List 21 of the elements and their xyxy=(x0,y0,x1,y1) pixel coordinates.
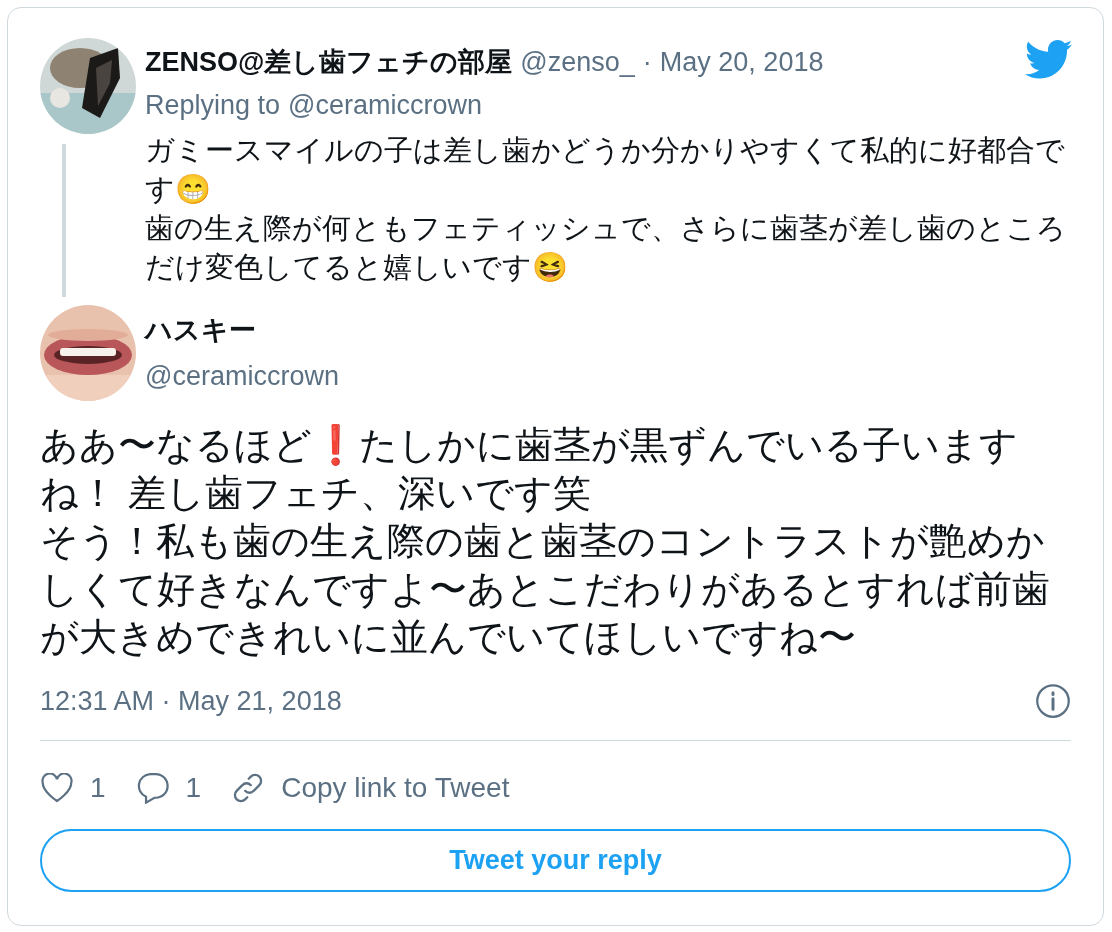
replying-to-link[interactable]: @ceramiccrown xyxy=(288,84,483,125)
author-handle[interactable]: @zenso_ xyxy=(520,42,635,83)
heart-icon[interactable] xyxy=(40,772,74,803)
author-handle[interactable]: @ceramiccrown xyxy=(145,356,339,397)
tweet-text: ああ〜なるほど❗たしかに歯茎が黒ずんでいる子いますね！ 差し歯フェチ、深いです笑 xyxy=(40,423,1019,516)
tweet-date[interactable]: May 20, 2018 xyxy=(659,42,824,83)
speech-bubble-icon[interactable] xyxy=(135,771,170,804)
author-name[interactable]: ZENSO@差し歯フェチの部屋 xyxy=(145,42,513,83)
author-name[interactable]: ハスキー xyxy=(145,309,339,350)
like-count: 1 xyxy=(90,770,106,805)
tweet-text: 歯の生え際が何ともフェティッシュで、さらに歯茎が差し歯のところだけ変色してると嬉しいです😆 xyxy=(145,211,1067,285)
tweet-text: ガミースマイルの子は差し歯かどうか分かりやすくて私的に好都合です😁 xyxy=(145,133,1066,207)
bird-logo-icon xyxy=(1025,40,1073,80)
reply-count: 1 xyxy=(185,770,202,805)
replying-label: Replying to xyxy=(145,88,281,122)
separator: · xyxy=(642,46,652,79)
tweet-timestamp[interactable]: 12:31 AM · May 21, 2018 xyxy=(40,681,342,722)
tweet-text: そう！私も歯の生え際の歯と歯茎のコントラストが艶めかしくて好きなんですよ〜あとこだわりがあるとすれば前歯が大きめできれいに並んでいてほしいですね〜 xyxy=(40,519,1051,660)
info-icon[interactable] xyxy=(1035,683,1071,720)
tweet-reply-button[interactable]: Tweet your reply xyxy=(40,828,1071,892)
copy-link[interactable]: Copy link to Tweet xyxy=(281,766,510,809)
